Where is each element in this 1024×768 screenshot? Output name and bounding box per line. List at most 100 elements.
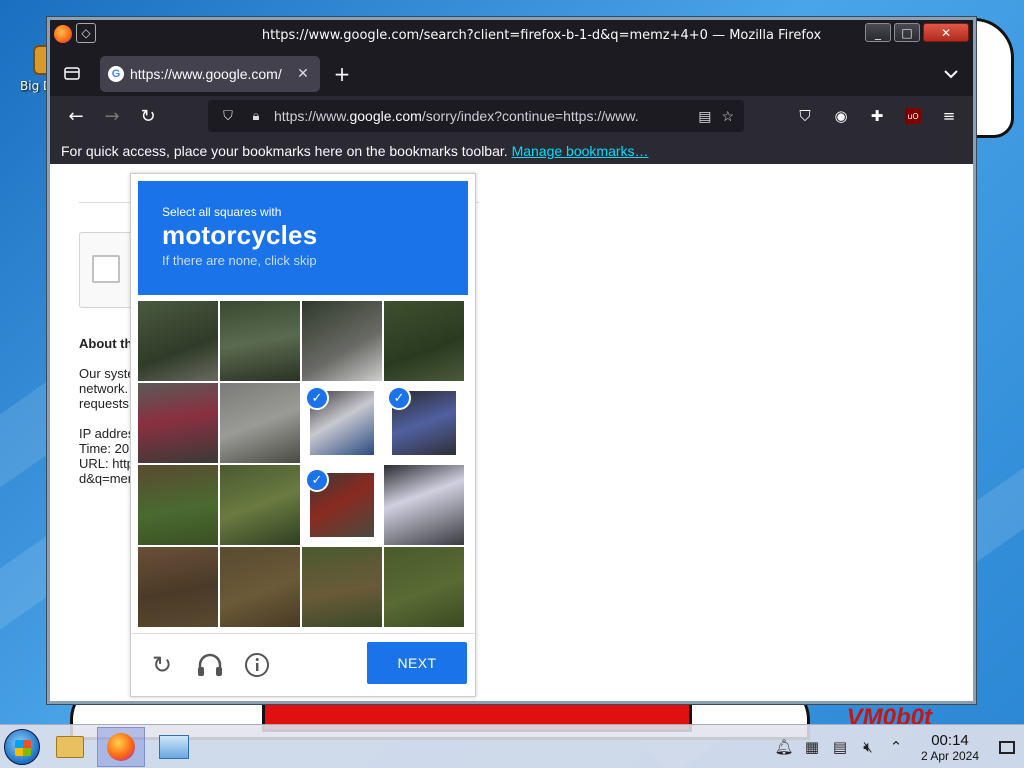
lock-icon[interactable]: 🔒︎ — [246, 108, 266, 124]
tab-google[interactable]: G https://www.google.com/ ✕ — [100, 56, 320, 92]
captcha-tile-image — [220, 383, 300, 463]
about-heading: About th — [79, 336, 133, 351]
reload-icon[interactable]: ↻ — [134, 102, 162, 130]
captcha-tile[interactable]: ✓ — [138, 301, 218, 381]
firefox-view-icon[interactable] — [58, 59, 86, 87]
taskbar-app[interactable] — [150, 727, 198, 767]
clock-time: 00:14 — [931, 731, 969, 749]
captcha-footer: ↻ NEXT — [131, 633, 475, 696]
folder-icon — [56, 736, 84, 758]
window-title: https://www.google.com/search?client=fir… — [261, 28, 822, 43]
captcha-tile-image — [302, 547, 382, 627]
title-bar[interactable]: ◇ https://www.google.com/search?client=f… — [50, 20, 973, 50]
captcha-tile[interactable]: ✓ — [384, 465, 464, 545]
captcha-tile[interactable]: ✓ — [138, 465, 218, 545]
clock-date: 2 Apr 2024 — [920, 748, 980, 763]
url-domain: google.com — [349, 108, 422, 124]
next-button[interactable]: NEXT — [367, 642, 467, 684]
info-icon[interactable] — [242, 650, 272, 680]
captcha-tile-image — [302, 301, 382, 381]
captcha-tile[interactable]: ✓ — [220, 465, 300, 545]
reload-challenge-icon[interactable]: ↻ — [147, 650, 177, 680]
url-path: /sorry/index?continue=https://www. — [421, 108, 639, 124]
close-button[interactable]: ✕ — [923, 23, 969, 42]
captcha-tile-image — [138, 547, 218, 627]
captcha-object: motorcycles — [162, 220, 318, 250]
captcha-tile-image — [384, 465, 464, 545]
check-icon: ✓ — [305, 386, 329, 410]
audio-challenge-icon[interactable] — [195, 650, 225, 680]
ublock-icon[interactable]: uO — [905, 108, 921, 124]
captcha-prompt: Select all squares with — [162, 205, 282, 219]
control-panel-icon — [159, 735, 189, 759]
captcha-tile[interactable]: ✓ — [220, 383, 300, 463]
bookmarks-toolbar: For quick access, place your bookmarks h… — [50, 136, 973, 164]
captcha-tile-image — [220, 465, 300, 545]
captcha-tile[interactable]: ✓ — [302, 465, 382, 545]
captcha-tile[interactable]: ✓ — [384, 383, 464, 463]
captcha-tile-image — [220, 547, 300, 627]
captcha-hint: If there are none, click skip — [162, 253, 317, 268]
new-tab-icon[interactable]: + — [330, 62, 354, 86]
manage-bookmarks-link[interactable]: Manage bookmarks… — [512, 143, 649, 159]
pin-icon[interactable]: ◇ — [76, 23, 96, 43]
menu-icon[interactable]: ≡ — [935, 102, 963, 130]
ip-info-text: IP addres Time: 20 URL: http d&q=mer — [79, 426, 135, 486]
tab-strip: G https://www.google.com/ ✕ + — [50, 50, 973, 96]
about-section: About th Our syste network. requests IP … — [79, 336, 135, 501]
check-icon: ✓ — [387, 386, 411, 410]
firefox-icon — [107, 733, 135, 761]
firefox-icon[interactable] — [54, 25, 72, 43]
url-bar[interactable]: ⛉ 🔒︎ https://www.google.com/sorry/index?… — [208, 100, 744, 132]
captcha-tile-image — [220, 301, 300, 381]
pocket-icon[interactable]: ⛉ — [791, 102, 819, 130]
captcha-tile[interactable]: ✓ — [302, 301, 382, 381]
bookmark-star-icon[interactable]: ☆ — [721, 108, 734, 125]
reader-icon[interactable]: ▤ — [698, 108, 711, 125]
captcha-tile[interactable]: ✓ — [384, 301, 464, 381]
system-tray: 🔔︎ ▦ ▤ 🔇︎ ⌃ 00:14 2 Apr 2024 — [770, 725, 1024, 768]
tab-label: https://www.google.com/ — [130, 66, 282, 82]
tab-close-icon[interactable]: ✕ — [294, 66, 312, 82]
maximize-button[interactable]: □ — [894, 23, 920, 42]
forward-icon[interactable]: → — [98, 102, 126, 130]
captcha-tile-image — [138, 301, 218, 381]
back-icon[interactable]: ← — [62, 102, 90, 130]
clipboard-icon[interactable]: ▤ — [826, 733, 854, 761]
minimize-button[interactable]: _ — [865, 23, 891, 42]
recaptcha-checkbox[interactable] — [92, 255, 120, 283]
captcha-tile[interactable]: ✓ — [220, 547, 300, 627]
check-icon: ✓ — [305, 468, 329, 492]
about-text: Our syste network. requests — [79, 366, 135, 411]
captcha-tile[interactable]: ✓ — [302, 547, 382, 627]
shield-icon[interactable]: ⛉ — [218, 108, 238, 124]
clock[interactable]: 00:14 2 Apr 2024 — [910, 732, 990, 763]
tray-expand-icon[interactable]: ⌃ — [882, 733, 910, 761]
volume-muted-icon[interactable]: 🔇︎ — [854, 733, 882, 761]
url-prefix: https://www. — [274, 108, 350, 124]
captcha-tile[interactable]: ✓ — [220, 301, 300, 381]
captcha-challenge: Select all squares with motorcycles If t… — [130, 173, 476, 697]
captcha-tile-image — [138, 465, 218, 545]
account-icon[interactable]: ◉ — [827, 102, 855, 130]
taskbar-file-manager[interactable] — [46, 727, 94, 767]
show-desktop-icon — [999, 740, 1015, 754]
captcha-tile-image — [384, 547, 464, 627]
network-icon[interactable]: ▦ — [798, 733, 826, 761]
taskbar-firefox[interactable] — [97, 727, 145, 767]
navigation-toolbar: ← → ↻ ⛉ 🔒︎ https://www.google.com/sorry/… — [50, 96, 973, 136]
list-all-tabs-icon[interactable] — [939, 62, 963, 86]
taskbar: 🔔︎ ▦ ▤ 🔇︎ ⌃ 00:14 2 Apr 2024 — [0, 724, 1024, 768]
extensions-icon[interactable]: ✚ — [863, 102, 891, 130]
url-text[interactable]: https://www.google.com/sorry/index?conti… — [274, 108, 688, 124]
bookmarks-message: For quick access, place your bookmarks h… — [61, 143, 508, 159]
captcha-tile[interactable]: ✓ — [384, 547, 464, 627]
start-button[interactable] — [4, 729, 40, 765]
captcha-tile[interactable]: ✓ — [138, 547, 218, 627]
captcha-tile[interactable]: ✓ — [302, 383, 382, 463]
captcha-tile[interactable]: ✓ — [138, 383, 218, 463]
notification-bell-icon[interactable]: 🔔︎ — [770, 733, 798, 761]
google-favicon-icon: G — [108, 66, 124, 82]
show-desktop-button[interactable] — [990, 725, 1024, 768]
captcha-grid: ✓✓✓✓✓✓✓✓✓✓✓✓✓✓✓✓ — [138, 301, 466, 629]
